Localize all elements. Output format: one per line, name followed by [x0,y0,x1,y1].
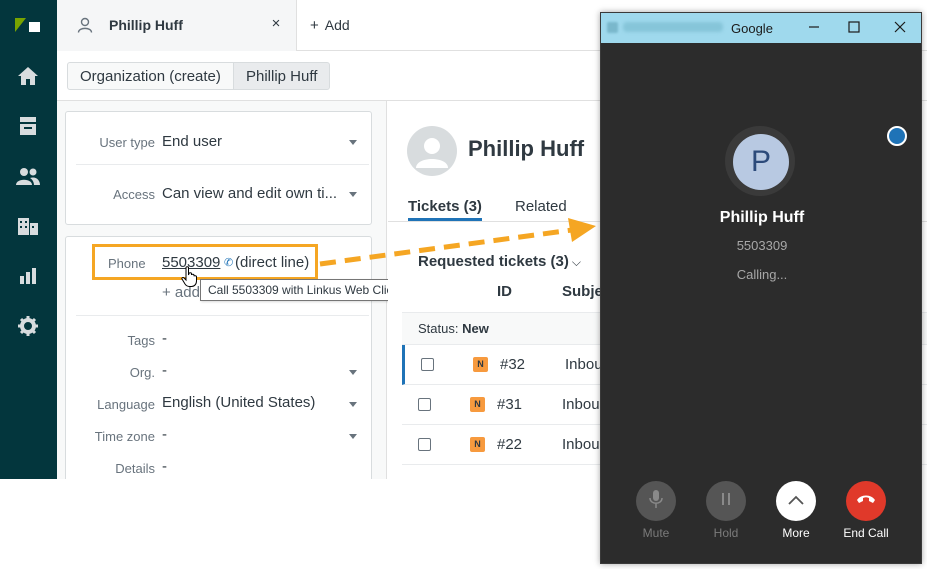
details-field[interactable]: Details - [76,458,369,479]
status-group-label: Status: New [418,321,489,336]
language-value: English (United States) [162,394,316,411]
phone-label: Phone [108,256,146,271]
breadcrumb-user[interactable]: Phillip Huff [233,62,331,90]
chevron-down-icon [349,370,357,375]
chevron-down-icon [349,192,357,197]
tags-label: Tags [127,333,155,348]
tab-title: Phillip Huff [109,17,183,33]
chevron-down-icon [349,434,357,439]
reporting-icon[interactable] [16,264,40,288]
maximize-icon[interactable] [846,19,862,35]
access-value: Can view and edit own ti... [162,185,338,202]
requested-tickets-dropdown[interactable]: Requested tickets (3) ⌵ [418,253,581,270]
call-tooltip: Call 5503309 with Linkus Web Client [200,279,412,301]
org-label: Org. [129,365,155,380]
org-value: - [162,362,167,379]
user-type-field[interactable]: User type End user [76,126,369,176]
language-label: Language [97,397,155,412]
organizations-icon[interactable] [16,214,40,238]
caller-name: Phillip Huff [719,209,805,226]
end-call-button[interactable] [846,481,886,521]
status-badge: N [473,357,488,372]
admin-gear-icon[interactable] [16,314,40,338]
access-field[interactable]: Access Can view and edit own ti... [76,178,369,228]
ticket-id[interactable]: #32 [500,356,525,373]
user-type-label: User type [99,135,155,150]
ticket-id[interactable]: #22 [497,436,522,453]
user-role-card: User type End user Access Can view and e… [65,111,372,225]
zendesk-logo-icon[interactable] [14,14,42,36]
hand-cursor-icon [181,266,199,288]
avatar: P [733,134,789,190]
row-checkbox[interactable] [418,438,431,451]
caller-number: 5503309 [736,238,788,253]
end-call-label: End Call [843,526,889,540]
timezone-value: - [162,426,167,443]
chevron-down-icon [349,140,357,145]
call-status: Calling... [736,267,788,282]
window-title: Google [731,21,773,36]
user-type-value: End user [162,133,223,150]
linkus-call-window: Google P Phillip Huff 5503309 Calling...… [600,12,922,564]
page-title: Phillip Huff [468,136,585,161]
close-icon[interactable] [892,19,908,35]
tags-value: - [162,330,167,347]
tab-related[interactable]: Related [515,198,567,215]
status-badge: N [470,437,485,452]
row-checkbox[interactable] [421,358,434,371]
access-label: Access [113,187,155,202]
avatar [407,126,457,176]
window-titlebar[interactable]: Google [601,13,921,43]
breadcrumb-organization[interactable]: Organization (create) [67,62,234,90]
divider [76,164,369,165]
linkus-handset-icon[interactable]: ✆ [224,256,233,269]
hang-up-icon [856,492,876,510]
details-value: - [162,458,167,475]
more-label: More [782,526,810,540]
ticket-id[interactable]: #31 [497,396,522,413]
column-header-id[interactable]: ID [497,283,512,300]
hold-button[interactable] [706,481,746,521]
user-icon [77,17,93,33]
chevron-down-icon: ⌵ [571,255,581,269]
tab-phillip-huff[interactable]: Phillip Huff × [57,0,297,51]
microphone-icon [648,489,664,514]
more-button[interactable] [776,481,816,521]
row-checkbox[interactable] [418,398,431,411]
mute-button[interactable] [636,481,676,521]
pause-icon [720,492,732,511]
details-label: Details [115,461,155,476]
timezone-label: Time zone [94,429,155,444]
plus-icon: + [310,17,319,34]
customers-icon[interactable] [16,164,40,188]
status-label: Status: [418,321,459,336]
views-icon[interactable] [16,114,40,138]
chevron-up-icon [788,492,804,510]
linkus-badge-icon[interactable] [887,126,907,146]
app-icon [607,22,618,33]
nav-rail [0,0,57,479]
blurred-window-title [623,22,723,32]
add-tab-label: Add [324,17,350,33]
tab-tickets[interactable]: Tickets (3) [408,198,482,215]
add-tab-button[interactable]: + Add [310,17,350,34]
close-tab-icon[interactable]: × [268,15,284,32]
home-icon[interactable] [16,64,40,88]
status-badge: N [470,397,485,412]
divider [76,315,369,316]
requested-tickets-label: Requested tickets (3) [418,253,569,270]
status-value: New [462,321,489,336]
phone-note: (direct line) [235,254,310,271]
minimize-icon[interactable] [806,19,822,35]
chevron-down-icon [349,402,357,407]
hold-label: Hold [713,526,739,540]
mute-label: Mute [642,526,670,540]
